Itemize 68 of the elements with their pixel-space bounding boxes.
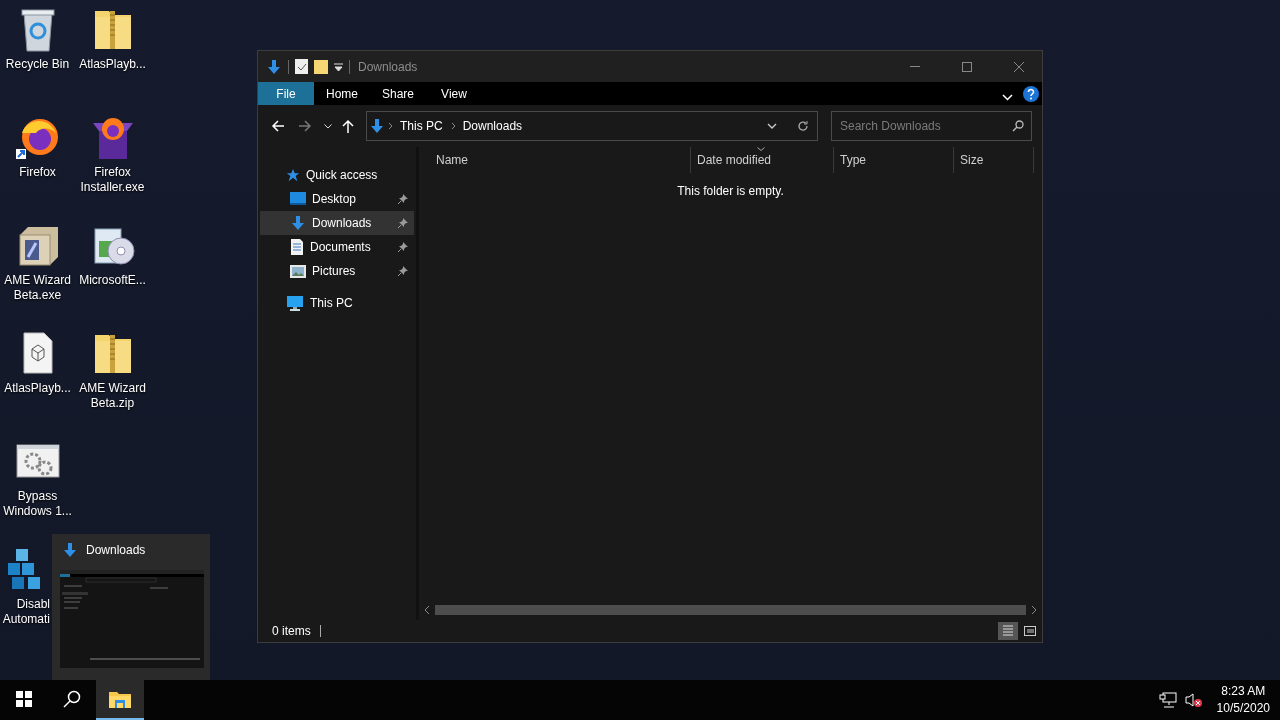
back-arrow-icon <box>271 120 285 132</box>
forward-arrow-icon <box>298 120 312 132</box>
chevron-down-icon <box>324 123 332 129</box>
picture-icon <box>290 264 306 278</box>
properties-icon <box>295 59 308 74</box>
scroll-left-icon <box>423 606 431 614</box>
details-view-icon <box>1003 625 1013 637</box>
computer-icon <box>286 295 304 311</box>
network-icon <box>1158 692 1177 708</box>
refresh-icon <box>797 120 809 132</box>
address-bar[interactable]: This PC Downloads <box>366 111 818 141</box>
document-icon <box>290 239 304 255</box>
desktop-icon-label[interactable]: AME Wizard Beta.exe <box>1 273 74 303</box>
item-count: 0 items <box>272 624 311 638</box>
desktop-icon-label[interactable]: Bypass Windows 1... <box>1 489 74 519</box>
desktop-icon-label[interactable]: AME Wizard Beta.zip <box>76 381 149 411</box>
chevron-down-icon <box>767 123 777 129</box>
nav-item[interactable]: Documents <box>260 235 414 259</box>
preview-title: Downloads <box>86 543 146 557</box>
clock[interactable]: 8:23 AM 10/5/2020 <box>1216 683 1270 717</box>
minimize-icon <box>910 66 920 67</box>
up-arrow-icon <box>342 119 354 133</box>
nav-item[interactable]: Pictures <box>260 259 414 283</box>
column-header[interactable]: Size <box>954 153 984 167</box>
dropdown-icon <box>334 62 343 71</box>
help-icon <box>1023 85 1039 102</box>
download-arrow-icon <box>62 542 78 558</box>
download-arrow-icon <box>266 58 282 75</box>
window-title: Downloads <box>358 59 419 74</box>
windows-logo-icon <box>16 691 32 707</box>
new-folder-icon <box>314 58 328 75</box>
desktop-icon-label[interactable]: AtlasPlayb... <box>76 57 149 72</box>
ribbon-tab[interactable]: Share <box>370 82 426 105</box>
desktop-icon-label[interactable]: Firefox <box>1 165 74 180</box>
folder-icon <box>109 690 131 708</box>
nav-item[interactable]: Desktop <box>260 187 414 211</box>
search-field[interactable]: Search Downloads <box>831 111 1032 141</box>
nav-item[interactable]: Downloads <box>260 211 414 235</box>
scroll-right-icon <box>1030 606 1038 614</box>
search-icon <box>1012 120 1024 132</box>
taskbar-app-button[interactable] <box>96 680 144 720</box>
column-header[interactable]: Date modified <box>691 153 772 167</box>
taskbar-preview[interactable]: Downloads <box>52 534 210 680</box>
ribbon-tab[interactable]: Home <box>314 82 370 105</box>
search-icon <box>63 690 81 708</box>
desktop-icon <box>290 192 306 206</box>
volume-muted-icon[interactable] <box>1184 692 1203 708</box>
nav-item[interactable]: Quick access <box>260 163 414 187</box>
chevron-down-icon <box>1001 93 1013 101</box>
desktop-icon-label[interactable]: Firefox Installer.exe <box>76 165 149 195</box>
desktop-icon-label[interactable]: Disabl Automati <box>2 597 50 627</box>
desktop-icon-label[interactable]: MicrosoftE... <box>76 273 149 288</box>
ribbon-tab[interactable]: View <box>426 82 482 105</box>
column-header[interactable]: Name <box>430 153 468 167</box>
column-header[interactable]: Type <box>834 153 866 167</box>
star-icon <box>286 168 300 182</box>
breadcrumb[interactable]: Downloads <box>457 119 528 133</box>
empty-folder-message: This folder is empty. <box>677 184 784 198</box>
download-arrow-icon <box>369 118 385 134</box>
maximize-icon <box>962 61 972 72</box>
breadcrumb[interactable]: This PC <box>395 119 448 133</box>
nav-item[interactable]: This PC <box>260 291 414 315</box>
ribbon-tab[interactable]: File <box>258 82 314 105</box>
close-icon <box>1014 61 1024 72</box>
desktop-icon-label[interactable]: Recycle Bin <box>1 57 74 72</box>
desktop-icon-label[interactable]: AtlasPlayb... <box>1 381 74 396</box>
tiles-view-icon <box>1024 626 1036 636</box>
download-arrow-icon <box>290 215 306 231</box>
